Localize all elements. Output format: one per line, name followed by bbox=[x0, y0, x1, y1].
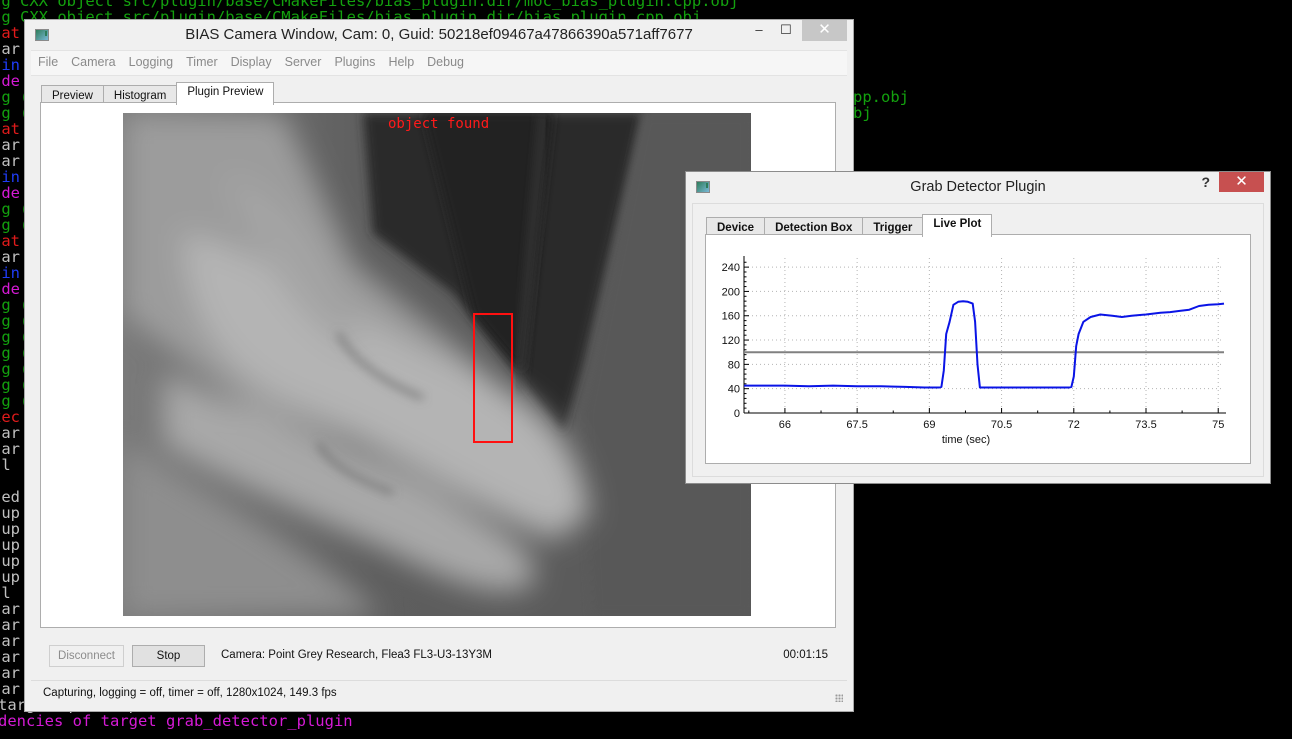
terminal-line: tar bbox=[0, 248, 20, 266]
terminal-line: dencies of target grab_detector_plugin bbox=[0, 712, 353, 730]
y-tick-label: 40 bbox=[728, 384, 740, 396]
main-window-title: BIAS Camera Window, Cam: 0, Guid: 50218e… bbox=[185, 26, 693, 43]
terminal-line: tar bbox=[0, 152, 20, 170]
terminal-line-right: pp.obj bbox=[853, 88, 909, 106]
terminal-line: up bbox=[1, 520, 20, 538]
terminal-line: xec bbox=[0, 408, 20, 426]
object-found-label: object found bbox=[388, 116, 490, 132]
terminal-line: up bbox=[1, 536, 20, 554]
terminal-line: up bbox=[1, 568, 20, 586]
menu-display[interactable]: Display bbox=[224, 51, 272, 74]
y-tick-label: 0 bbox=[734, 408, 740, 420]
plot-grid bbox=[744, 258, 1224, 413]
terminal-line: nde bbox=[0, 72, 20, 90]
x-tick-label: 69 bbox=[923, 419, 935, 431]
live-plot-chart: 0 40 80 120 160 200 240 66 67.5 69 70.5 72 73.5 75 ti… bbox=[722, 256, 1226, 446]
camera-frame-graphic bbox=[123, 113, 751, 616]
plugin-window-title: Grab Detector Plugin bbox=[910, 179, 1046, 195]
close-button[interactable]: ✕ bbox=[802, 20, 847, 41]
tab-plugin-preview[interactable]: Plugin Preview bbox=[176, 82, 275, 105]
terminal-line: tar bbox=[0, 680, 20, 698]
y-tick-label: 200 bbox=[722, 286, 740, 298]
plugin-titlebar[interactable]: Grab Detector Plugin ? ✕ bbox=[686, 172, 1270, 200]
terminal-line: tar bbox=[0, 632, 20, 650]
menu-bar: File Camera Logging Timer Display Server Plugi… bbox=[31, 50, 847, 76]
x-tick-label: 73.5 bbox=[1135, 419, 1156, 431]
terminal-line: tar bbox=[0, 664, 20, 682]
x-tick-label: 72 bbox=[1068, 419, 1080, 431]
terminal-line: nde bbox=[0, 184, 20, 202]
terminal-line: up bbox=[1, 552, 20, 570]
menu-camera[interactable]: Camera bbox=[64, 51, 115, 74]
terminal-line: tat bbox=[0, 120, 20, 138]
main-titlebar[interactable]: BIAS Camera Window, Cam: 0, Guid: 50218e… bbox=[25, 20, 853, 50]
plot-axes bbox=[743, 256, 1226, 414]
minimize-button[interactable]: – bbox=[745, 20, 773, 41]
terminal-line: tar bbox=[0, 648, 20, 666]
resize-grip-icon[interactable] bbox=[835, 694, 843, 702]
menu-plugins[interactable]: Plugins bbox=[327, 51, 375, 74]
terminal-line: tar bbox=[0, 600, 20, 618]
x-tick-label: 75 bbox=[1212, 419, 1224, 431]
terminal-line-right: bj bbox=[853, 104, 872, 122]
status-text: Capturing, logging = off, timer = off, 1… bbox=[43, 687, 337, 699]
disconnect-button[interactable]: Disconnect bbox=[49, 645, 124, 667]
terminal-line: tar bbox=[0, 440, 20, 458]
x-tick-label: 70.5 bbox=[991, 419, 1012, 431]
help-button[interactable]: ? bbox=[1201, 174, 1210, 190]
terminal-line: lin bbox=[0, 168, 20, 186]
plot-ticks: 0 40 80 120 160 200 240 66 67.5 69 70.5 72 73.5 75 bbox=[722, 261, 1224, 431]
terminal-line: tar bbox=[0, 616, 20, 634]
live-plot-panel: 0 40 80 120 160 200 240 66 67.5 69 70.5 72 73.5 75 ti… bbox=[705, 234, 1251, 464]
camera-image: object found bbox=[123, 113, 751, 616]
terminal-line: lin bbox=[0, 264, 20, 282]
detection-box[interactable] bbox=[473, 313, 513, 443]
terminal-line: ged bbox=[0, 488, 20, 506]
elapsed-time-label: 00:01:15 bbox=[783, 649, 828, 661]
x-tick-label: 66 bbox=[779, 419, 791, 431]
menu-help[interactable]: Help bbox=[381, 51, 414, 74]
x-tick-label: 67.5 bbox=[846, 419, 867, 431]
x-axis-label: time (sec) bbox=[942, 434, 990, 446]
terminal-line: tar bbox=[0, 424, 20, 442]
y-tick-label: 80 bbox=[728, 359, 740, 371]
stop-button[interactable]: Stop bbox=[132, 645, 205, 667]
terminal-line: nde bbox=[0, 280, 20, 298]
terminal-line: up bbox=[1, 504, 20, 522]
y-tick-label: 160 bbox=[722, 311, 740, 323]
terminal-line: tat bbox=[0, 24, 20, 42]
menu-logging[interactable]: Logging bbox=[122, 51, 174, 74]
terminal-line: tat bbox=[0, 232, 20, 250]
plugin-close-button[interactable]: ✕ bbox=[1219, 172, 1264, 192]
terminal-line: tar bbox=[0, 136, 20, 154]
menu-server[interactable]: Server bbox=[278, 51, 322, 74]
menu-file[interactable]: File bbox=[31, 51, 58, 74]
menu-debug[interactable]: Debug bbox=[420, 51, 464, 74]
terminal-line: ll bbox=[0, 456, 11, 474]
maximize-button[interactable]: ☐ bbox=[772, 20, 800, 41]
camera-info-label: Camera: Point Grey Research, Flea3 FL3-U… bbox=[221, 649, 492, 661]
terminal-line: ll bbox=[0, 584, 11, 602]
plot-series bbox=[744, 300, 1225, 389]
terminal-line: tar bbox=[0, 40, 20, 58]
grab-detector-plugin-window: Grab Detector Plugin ? ✕ Device Detectio… bbox=[685, 171, 1271, 484]
y-tick-label: 120 bbox=[722, 335, 740, 347]
y-tick-label: 240 bbox=[722, 262, 740, 274]
status-bar: Capturing, logging = off, timer = off, 1… bbox=[31, 680, 847, 705]
signal-line bbox=[744, 300, 1225, 389]
menu-timer[interactable]: Timer bbox=[179, 51, 217, 74]
tab-live-plot[interactable]: Live Plot bbox=[922, 214, 993, 237]
terminal-line: lin bbox=[0, 56, 20, 74]
